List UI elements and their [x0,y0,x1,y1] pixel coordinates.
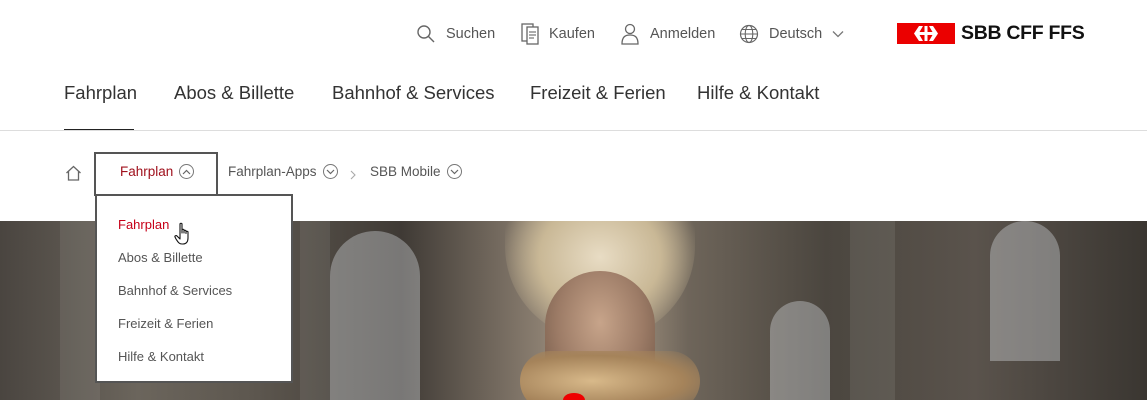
search-icon [416,24,436,44]
chevron-down-icon [832,30,844,38]
dropdown-item-abos-billette[interactable]: Abos & Billette [118,250,203,265]
chevron-up-icon [179,164,195,179]
main-nav-fahrplan[interactable]: Fahrplan [64,82,137,104]
dropdown-item-bahnhof-services[interactable]: Bahnhof & Services [118,283,232,298]
chevron-right-icon [350,167,356,185]
globe-icon [739,24,759,44]
sbb-flag-icon [897,23,955,44]
chevron-down-icon [446,164,462,179]
dropdown-item-freizeit-ferien[interactable]: Freizeit & Ferien [118,316,213,331]
logo-text: SBB CFF FFS [961,22,1085,44]
dropdown-item-hilfe-kontakt[interactable]: Hilfe & Kontakt [118,349,204,364]
language-selector[interactable]: Deutsch [739,22,844,46]
home-icon[interactable] [65,165,82,186]
sbb-logo[interactable]: SBB CFF FFS [897,22,1085,45]
breadcrumb-label: Fahrplan [120,164,174,179]
hand-cursor-icon [174,222,194,251]
dropdown-item-fahrplan[interactable]: Fahrplan [118,217,169,232]
search-button[interactable]: Suchen [416,22,495,46]
breadcrumb-label: SBB Mobile [370,164,441,179]
login-label: Anmelden [650,26,716,42]
breadcrumb-label: Fahrplan-Apps [228,164,317,179]
buy-button[interactable]: Kaufen [521,22,595,46]
ticket-icon [521,23,539,45]
main-navigation: Fahrplan Abos & Billette Bahnhof & Servi… [0,68,1147,130]
main-nav-abos-billette[interactable]: Abos & Billette [174,82,294,104]
breadcrumb-fahrplan-apps[interactable]: Fahrplan-Apps [228,164,338,179]
breadcrumb-sbb-mobile[interactable]: SBB Mobile [370,164,462,179]
main-nav-bahnhof-services[interactable]: Bahnhof & Services [332,82,494,104]
chevron-down-icon [322,164,338,179]
user-icon [620,23,640,45]
login-button[interactable]: Anmelden [620,22,715,46]
breadcrumb-dropdown-menu: Fahrplan Abos & Billette Bahnhof & Servi… [95,194,293,383]
breadcrumb-fahrplan[interactable]: Fahrplan [120,164,195,179]
main-nav-hilfe-kontakt[interactable]: Hilfe & Kontakt [697,82,819,104]
buy-label: Kaufen [549,26,595,42]
language-label: Deutsch [769,26,823,42]
main-nav-freizeit-ferien[interactable]: Freizeit & Ferien [530,82,666,104]
meta-navigation: Suchen Kaufen Anmelden Deutsch SBB CFF F… [0,0,1147,68]
search-label: Suchen [446,26,496,42]
